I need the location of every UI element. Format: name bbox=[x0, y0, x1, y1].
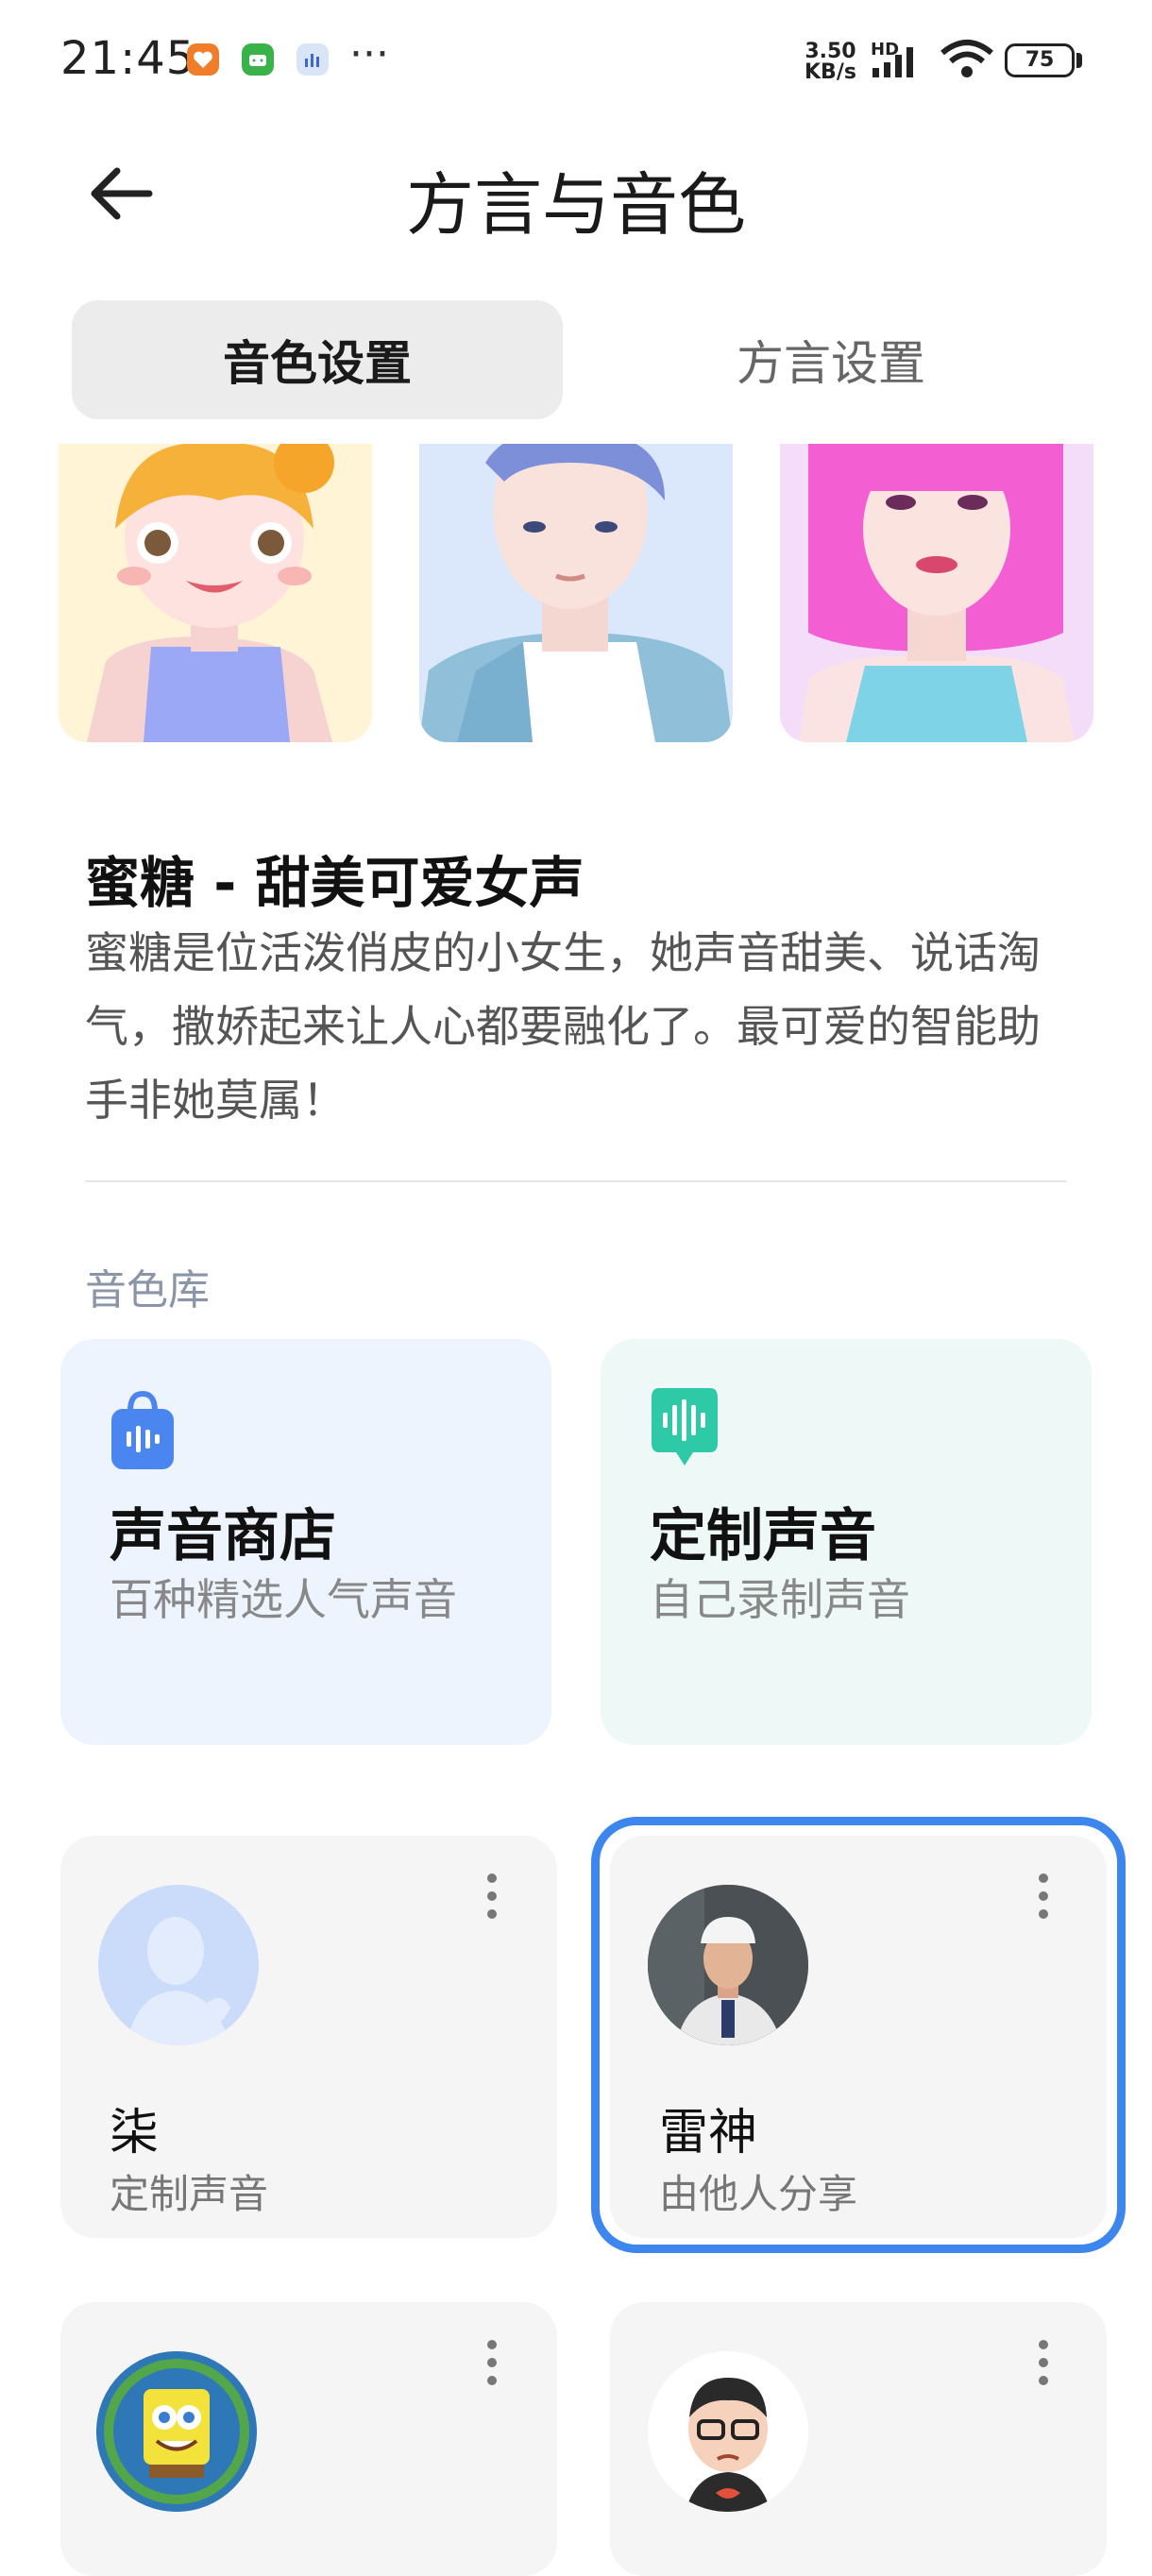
divider bbox=[85, 1180, 1067, 1182]
voice-card-cartoon-man[interactable] bbox=[610, 2302, 1107, 2576]
wifi-icon bbox=[939, 38, 995, 85]
voice-subtitle: 定制声音 bbox=[110, 2171, 269, 2217]
voice-store-card[interactable]: 声音商店 百种精选人气声音 bbox=[60, 1339, 551, 1745]
voice-store-subtitle: 百种精选人气声音 bbox=[110, 1574, 457, 1625]
selected-voice-indicator bbox=[591, 1817, 1126, 2253]
voice-library-label: 音色库 bbox=[85, 1266, 210, 1314]
voice-avatar-girl[interactable] bbox=[59, 444, 372, 742]
status-time: 21:45 bbox=[60, 32, 196, 85]
android-app-icon bbox=[242, 43, 274, 76]
voice-store-title: 声音商店 bbox=[110, 1503, 336, 1569]
current-voice-description: 蜜糖是位活泼俏皮的小女生，她声音甜美、说话淘气，撒娇起来让人心都要融化了。最可爱… bbox=[85, 927, 1041, 1126]
heart-app-icon bbox=[187, 43, 219, 76]
avatar bbox=[648, 2351, 808, 2512]
custom-voice-title: 定制声音 bbox=[650, 1503, 876, 1569]
network-speed: 3.50 KB/s bbox=[805, 40, 856, 84]
tab-voice-settings[interactable]: 音色设置 bbox=[72, 300, 563, 419]
more-options-icon[interactable] bbox=[1039, 2340, 1050, 2394]
battery-tip bbox=[1076, 53, 1082, 68]
more-options-icon[interactable] bbox=[487, 1873, 499, 1927]
custom-voice-subtitle: 自己录制声音 bbox=[650, 1574, 910, 1625]
shopping-bag-sound-icon bbox=[110, 1390, 176, 1475]
tab-dialect-settings[interactable]: 方言设置 bbox=[585, 300, 1076, 419]
chart-app-icon bbox=[296, 43, 329, 76]
voice-avatar-man[interactable] bbox=[419, 444, 733, 742]
avatar bbox=[98, 1885, 259, 2045]
voice-card-spongebob[interactable] bbox=[60, 2302, 557, 2576]
more-options-icon[interactable] bbox=[487, 2340, 499, 2394]
custom-voice-card[interactable]: 定制声音 自己录制声音 bbox=[601, 1339, 1092, 1745]
battery-level: 75 bbox=[1005, 43, 1075, 77]
current-voice-title: 蜜糖 - 甜美可爱女声 bbox=[85, 851, 584, 915]
page-title: 方言与音色 bbox=[405, 165, 746, 245]
more-notifications-icon: ··· bbox=[349, 30, 389, 78]
voice-name: 柒 bbox=[110, 2105, 160, 2161]
cell-signal-icon bbox=[869, 42, 929, 83]
voice-card-qi[interactable]: 柒 定制声音 bbox=[60, 1836, 557, 2238]
voice-avatar-woman[interactable] bbox=[780, 444, 1093, 742]
avatar bbox=[96, 2351, 257, 2512]
speech-bubble-sound-icon bbox=[650, 1386, 720, 1475]
